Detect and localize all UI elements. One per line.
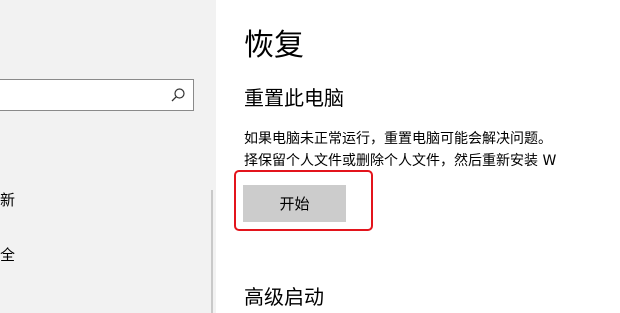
sidebar-item-update[interactable]: 新 <box>0 189 15 210</box>
reset-description-line: 择保留个人文件或删除个人文件，然后重新安装 W <box>244 153 557 169</box>
reset-section-title: 重置此电脑 <box>244 86 344 110</box>
sidebar: 新 全 <box>0 0 216 313</box>
main-content: 恢复 重置此电脑 如果电脑未正常运行，重置电脑可能会解决问题。 择保留个人文件或… <box>216 0 620 313</box>
reset-description: 如果电脑未正常运行，重置电脑可能会解决问题。 择保留个人文件或删除个人文件，然后… <box>244 128 620 172</box>
start-button[interactable]: 开始 <box>243 185 346 222</box>
sidebar-item-security[interactable]: 全 <box>0 244 15 265</box>
search-input[interactable] <box>0 79 194 111</box>
sidebar-scrollbar[interactable] <box>211 190 213 313</box>
reset-description-line: 如果电脑未正常运行，重置电脑可能会解决问题。 <box>244 131 552 147</box>
search-icon[interactable] <box>170 87 186 103</box>
advanced-startup-title: 高级启动 <box>244 285 324 309</box>
page-title: 恢复 <box>244 28 304 63</box>
